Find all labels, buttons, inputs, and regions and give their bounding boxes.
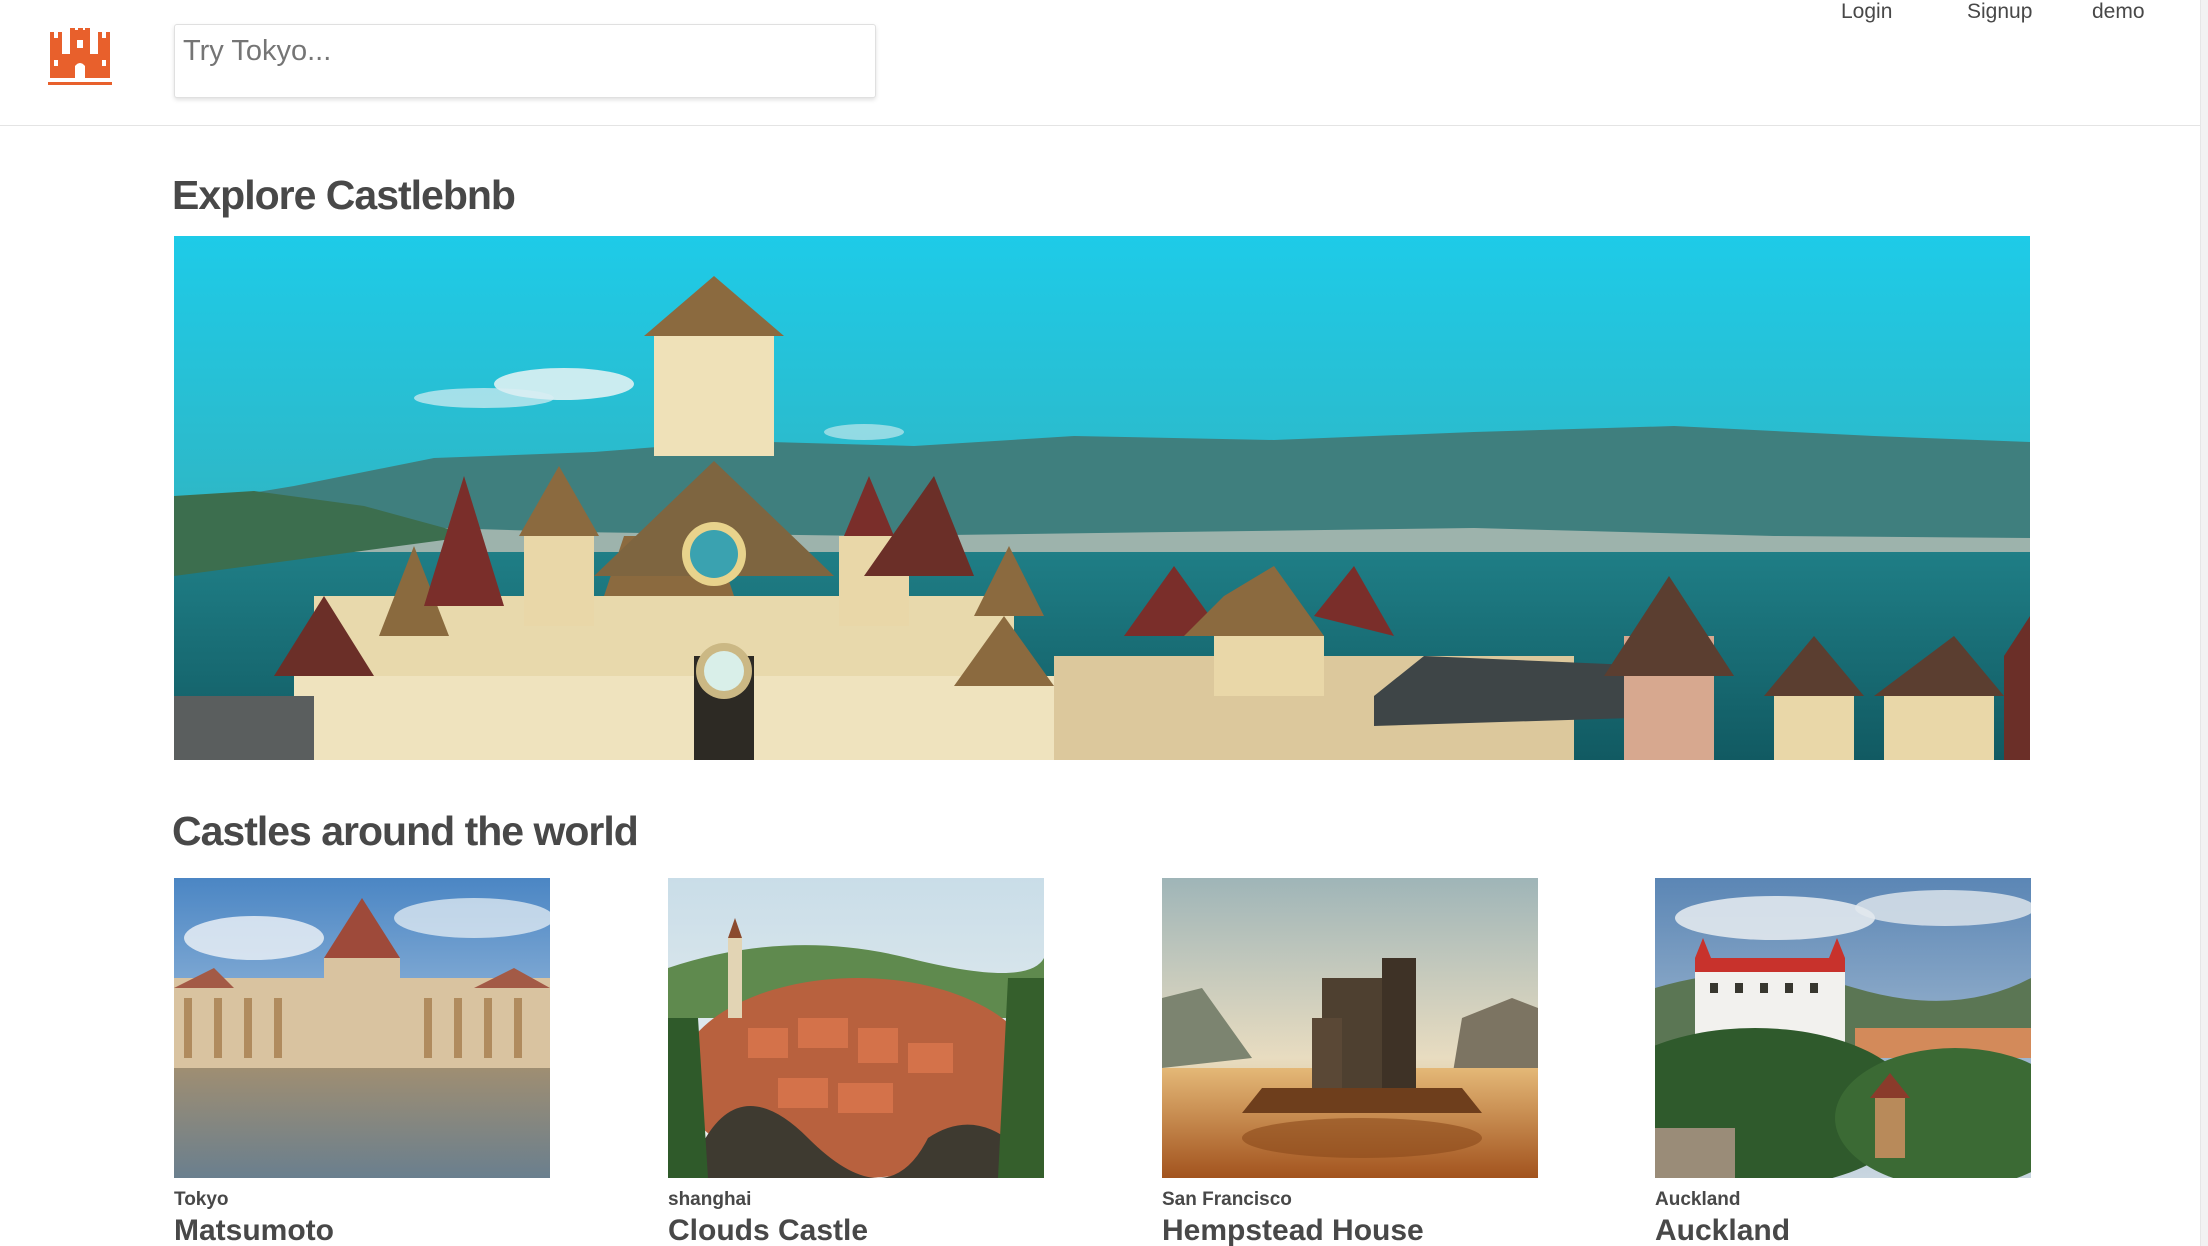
listing-title[interactable]: Hempstead House xyxy=(1162,1214,1538,1246)
signup-link[interactable]: Signup xyxy=(1967,0,2032,24)
hero-banner-image xyxy=(174,236,2030,760)
window-scroll-edge xyxy=(2200,0,2208,1246)
listing-card[interactable]: shanghai Clouds Castle xyxy=(668,878,1044,1246)
listing-card[interactable]: Auckland Auckland xyxy=(1655,878,2031,1246)
listing-title[interactable]: Clouds Castle xyxy=(668,1214,1044,1246)
listing-photo[interactable] xyxy=(174,878,550,1178)
demo-login-link[interactable]: demo xyxy=(2092,0,2145,24)
listing-title[interactable]: Matsumoto xyxy=(174,1214,550,1246)
search-box[interactable] xyxy=(174,24,876,98)
listing-photo[interactable] xyxy=(1655,878,2031,1178)
explore-heading: Explore Castlebnb xyxy=(172,172,516,218)
listing-city: San Francisco xyxy=(1162,1189,1292,1210)
castle-logo-icon[interactable] xyxy=(48,28,112,86)
listing-title[interactable]: Auckland xyxy=(1655,1214,2031,1246)
listing-city: Auckland xyxy=(1655,1189,1741,1210)
listing-photo[interactable] xyxy=(1162,878,1538,1178)
top-navigation-bar: Login Signup demo xyxy=(0,0,2208,126)
listing-city: shanghai xyxy=(668,1189,752,1210)
login-link[interactable]: Login xyxy=(1841,0,1892,24)
castles-heading: Castles around the world xyxy=(172,808,639,854)
listing-city: Tokyo xyxy=(174,1189,229,1210)
listing-card[interactable]: San Francisco Hempstead House xyxy=(1162,878,1538,1246)
listing-card[interactable]: Tokyo Matsumoto xyxy=(174,878,550,1246)
search-input[interactable] xyxy=(175,25,875,97)
listing-photo[interactable] xyxy=(668,878,1044,1178)
